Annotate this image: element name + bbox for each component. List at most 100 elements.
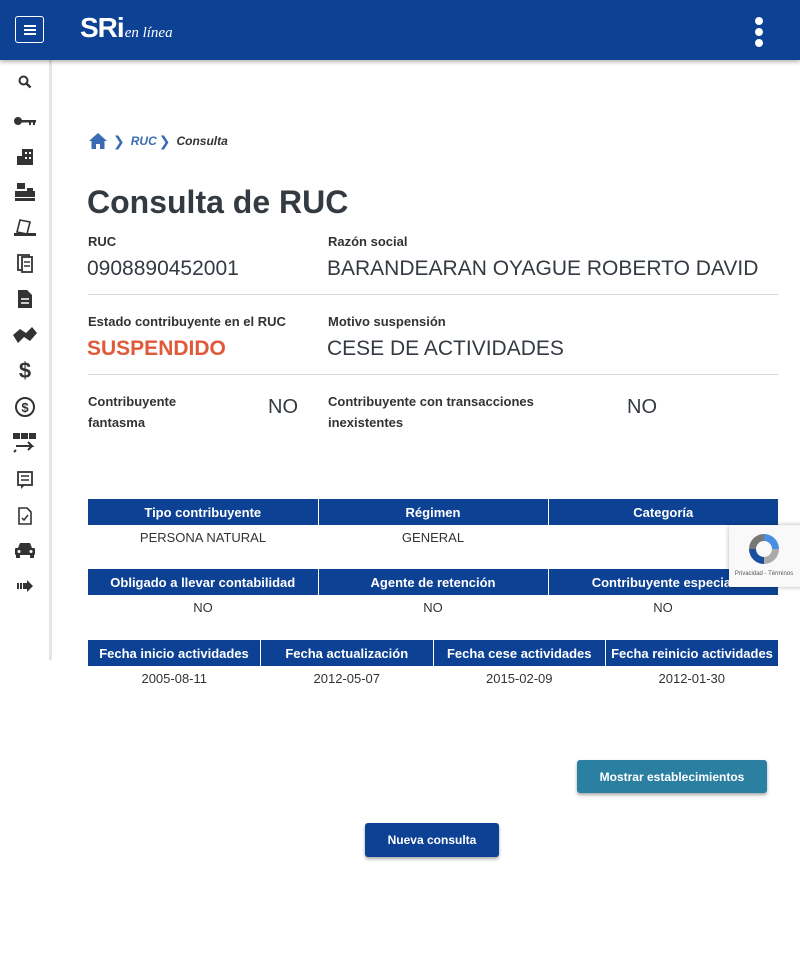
table-header: Fecha inicio actividades — [88, 640, 261, 666]
table-cell: NO — [653, 599, 673, 615]
sidebar-item-dollar[interactable]: $ — [10, 358, 40, 384]
building-icon — [17, 149, 33, 165]
sidebar-item-form[interactable] — [10, 467, 40, 493]
ruc-value: 0908890452001 — [87, 257, 239, 280]
chevron-right-icon: ❯ — [158, 132, 171, 149]
tipo-contribuyente-table: Tipo contribuyente Régimen Categoría PER… — [88, 499, 778, 549]
sidebar-item-file-text[interactable] — [10, 286, 40, 312]
hamburger-menu-button[interactable] — [15, 16, 44, 43]
fantasma-label-line2: fantasma — [88, 415, 146, 430]
key-icon — [14, 117, 36, 125]
fechas-table: Fecha inicio actividades Fecha actualiza… — [88, 640, 778, 690]
divider — [88, 294, 778, 295]
breadcrumb: ❯ RUC ❯ Consulta — [88, 131, 228, 151]
logo-sub-text: en línea — [124, 25, 173, 41]
motivo-suspension-value: CESE DE ACTIVIDADES — [327, 337, 564, 360]
obligaciones-table: Obligado a llevar contabilidad Agente de… — [88, 569, 778, 619]
table-header: Obligado a llevar contabilidad — [88, 569, 318, 595]
sidebar-item-building[interactable] — [10, 144, 40, 170]
documents-icon — [17, 254, 33, 273]
sidebar-item-cash-register[interactable] — [10, 179, 40, 205]
divider — [88, 374, 778, 375]
transacciones-inexistentes-label: Contribuyente con transacciones inexiste… — [328, 391, 534, 433]
table-cell: 2012-01-30 — [658, 670, 726, 686]
dollar-circle-icon: $ — [15, 397, 35, 417]
table-header-row: Fecha inicio actividades Fecha actualiza… — [88, 640, 778, 666]
search-icon — [18, 75, 32, 89]
top-bar: SRi en línea — [0, 0, 800, 60]
kebab-dot — [755, 28, 763, 36]
table-header: Fecha cese actividades — [432, 640, 606, 666]
mostrar-establecimientos-button[interactable]: Mostrar establecimientos — [577, 760, 767, 793]
table-cell: NO — [423, 599, 443, 615]
kebab-dot — [755, 17, 763, 25]
home-icon[interactable] — [88, 132, 108, 150]
table-header: Categoría — [547, 499, 778, 525]
recaptcha-icon — [749, 534, 779, 564]
table-header: Tipo contribuyente — [88, 499, 318, 525]
table-row: PERSONA NATURAL GENERAL — [88, 525, 778, 549]
hamburger-icon-line — [24, 33, 36, 35]
sidebar-item-car[interactable] — [10, 537, 40, 563]
razon-social-label: Razón social — [328, 234, 408, 249]
transfer-icon — [13, 433, 36, 453]
sidebar-item-handshake[interactable] — [10, 322, 40, 348]
table-cell: 2005-08-11 — [141, 670, 208, 686]
recaptcha-terms-link[interactable]: Privacidad - Términos — [729, 571, 799, 577]
sidebar-item-documents[interactable] — [10, 250, 40, 276]
breadcrumb-link-ruc[interactable]: RUC — [131, 134, 157, 148]
table-header: Fecha actualización — [260, 640, 433, 666]
sidebar-item-search[interactable] — [10, 69, 40, 95]
page-title: Consulta de RUC — [87, 184, 349, 220]
fantasma-label: Contribuyente fantasma — [88, 391, 176, 433]
table-cell: PERSONA NATURAL — [139, 529, 267, 545]
table-row: NO NO NO — [88, 595, 778, 619]
arrow-right-icon — [17, 580, 33, 592]
sri-logo[interactable]: SRi en línea — [80, 12, 173, 48]
fantasma-value: NO — [268, 396, 298, 418]
estado-value: SUSPENDIDO — [87, 337, 226, 360]
estado-label: Estado contribuyente en el RUC — [88, 314, 286, 329]
razon-social-value: BARANDEARAN OYAGUE ROBERTO DAVID — [327, 257, 759, 280]
checked-document-icon — [18, 507, 32, 525]
logo-main-text: SRi — [80, 12, 125, 43]
hamburger-icon-line — [24, 29, 36, 31]
table-cell: NO — [193, 599, 213, 615]
svg-text:$: $ — [21, 400, 29, 415]
dollar-icon: $ — [18, 358, 32, 383]
sidebar: $ $ — [0, 60, 52, 660]
table-header-row: Obligado a llevar contabilidad Agente de… — [88, 569, 778, 595]
table-cell: GENERAL — [401, 529, 465, 545]
kebab-dot — [755, 39, 763, 47]
table-row: 2005-08-11 2012-05-07 2015-02-09 2012-01… — [88, 666, 778, 690]
table-header: Agente de retención — [317, 569, 548, 595]
laptop-document-icon — [14, 219, 36, 236]
table-header: Fecha reinicio actividades — [605, 640, 778, 666]
file-text-icon — [18, 290, 32, 308]
sidebar-item-key[interactable] — [10, 108, 40, 134]
table-cell: 2012-05-07 — [313, 670, 381, 686]
hamburger-icon — [24, 25, 36, 27]
sidebar-item-dollar-circle[interactable]: $ — [10, 394, 40, 420]
transacciones-inexistentes-value: NO — [627, 396, 657, 418]
handshake-icon — [13, 327, 37, 343]
inexistentes-label-line2: inexistentes — [328, 415, 404, 430]
more-vertical-icon[interactable] — [748, 16, 770, 48]
sidebar-item-checked-document[interactable] — [10, 503, 40, 529]
chevron-right-icon: ❯ — [113, 132, 125, 149]
table-cell: 2015-02-09 — [486, 670, 553, 686]
motivo-suspension-label: Motivo suspensión — [328, 314, 446, 329]
sidebar-item-transfer[interactable] — [10, 430, 40, 456]
nueva-consulta-button[interactable]: Nueva consulta — [365, 823, 499, 857]
sidebar-item-arrow[interactable] — [10, 573, 40, 599]
car-icon — [15, 543, 35, 558]
table-header: Régimen — [317, 499, 548, 525]
recaptcha-badge[interactable]: Privacidad - Términos — [729, 525, 800, 587]
fantasma-label-line1: Contribuyente — [88, 394, 177, 409]
table-header-row: Tipo contribuyente Régimen Categoría — [88, 499, 778, 525]
breadcrumb-current: Consulta — [176, 134, 228, 148]
form-icon — [17, 471, 33, 489]
cash-register-icon — [15, 183, 35, 201]
inexistentes-label-line1: Contribuyente con transacciones — [328, 394, 534, 409]
sidebar-item-laptop-document[interactable] — [10, 215, 40, 241]
